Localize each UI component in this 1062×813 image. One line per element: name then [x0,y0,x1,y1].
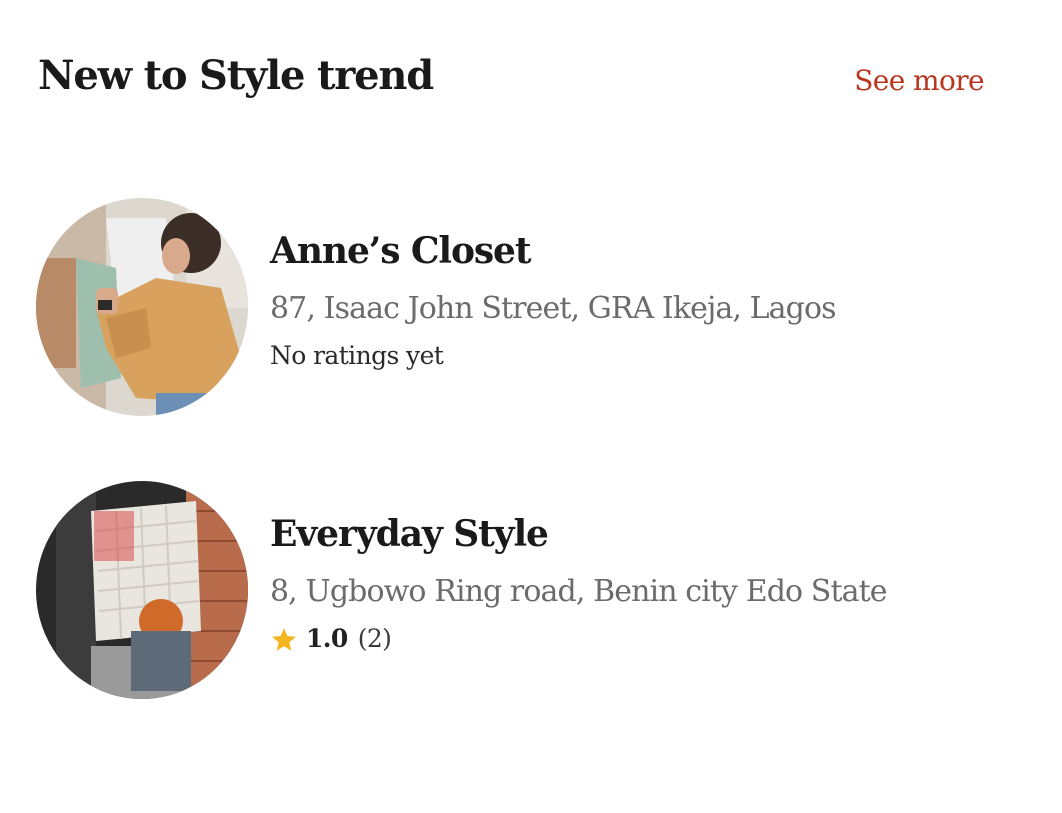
star-icon [270,626,298,654]
store-info: Anne’s Closet 87, Isaac John Street, GRA… [270,228,990,372]
store-rating: No ratings yet [270,338,990,372]
no-ratings-text: No ratings yet [270,340,444,370]
rating-value: 1.0 [306,623,348,653]
store-address: 87, Isaac John Street, GRA Ikeja, Lagos [270,291,837,326]
see-more-link[interactable]: See more [854,64,984,97]
store-name[interactable]: Anne’s Closet [270,228,990,274]
store-name[interactable]: Everyday Style [270,511,990,557]
store-card-everyday-style[interactable]: Everyday Style 8, Ugbowo Ring road, Beni… [36,481,996,701]
store-rating: 1.0 (2) [270,621,990,655]
store-card-annes-closet[interactable]: Anne’s Closet 87, Isaac John Street, GRA… [36,198,996,418]
store-address: 8, Ugbowo Ring road, Benin city Edo Stat… [270,574,888,609]
section-header: New to Style trend See more [38,50,985,106]
store-info: Everyday Style 8, Ugbowo Ring road, Beni… [270,511,990,655]
store-image[interactable] [36,198,248,416]
store-image[interactable] [36,481,248,699]
section-title: New to Style trend [38,52,434,99]
rating-count: (2) [357,623,392,653]
